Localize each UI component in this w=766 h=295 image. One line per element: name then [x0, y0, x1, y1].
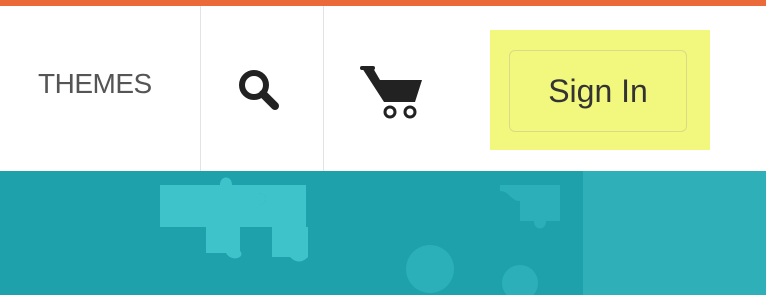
sign-in-button[interactable]: Sign In	[509, 50, 687, 132]
nav-divider	[323, 6, 324, 171]
puzzle-pattern	[160, 177, 560, 295]
cart-button[interactable]	[355, 58, 427, 124]
nav-divider	[200, 6, 201, 171]
nav-themes-link[interactable]: THEMES	[38, 68, 152, 100]
hero-banner	[0, 171, 766, 295]
cart-icon	[360, 66, 422, 119]
search-icon	[239, 70, 279, 110]
search-button[interactable]	[232, 64, 288, 116]
